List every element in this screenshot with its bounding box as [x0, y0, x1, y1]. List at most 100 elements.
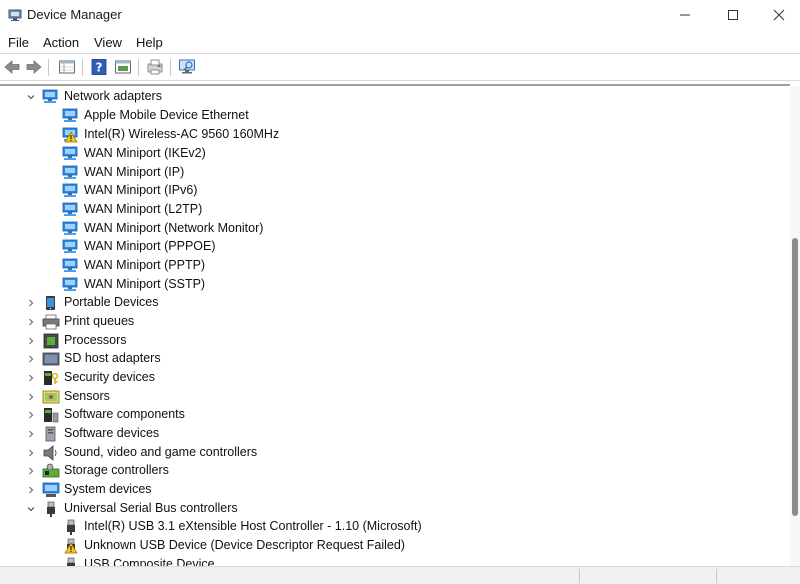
show-hidden-icon[interactable]	[114, 58, 132, 76]
window-title: Device Manager	[27, 7, 122, 22]
software-component-icon	[44, 407, 59, 422]
chevron-down-icon[interactable]	[26, 504, 36, 514]
toolbar: ?	[0, 54, 800, 80]
category-software-components[interactable]: Software components	[24, 405, 185, 424]
chevron-right-icon[interactable]	[26, 392, 36, 402]
chevron-right-icon[interactable]	[26, 373, 36, 383]
network-adapter-icon	[62, 277, 78, 291]
device-wan-network-monitor[interactable]: WAN Miniport (Network Monitor)	[62, 219, 263, 238]
update-driver-icon[interactable]	[146, 58, 164, 76]
title-bar: Device Manager	[0, 0, 800, 30]
minimize-icon	[680, 14, 690, 16]
forward-icon[interactable]	[25, 58, 43, 76]
category-processors[interactable]: Processors	[24, 331, 127, 350]
category-print-queues[interactable]: Print queues	[24, 312, 134, 331]
network-adapter-icon	[62, 146, 78, 160]
device-wan-sstp[interactable]: WAN Miniport (SSTP)	[62, 275, 205, 294]
category-portable-devices[interactable]: Portable Devices	[24, 293, 159, 312]
toolbar-separator	[82, 59, 83, 76]
category-software-devices[interactable]: Software devices	[24, 424, 159, 443]
portable-device-icon	[46, 295, 55, 310]
network-adapter-icon	[62, 239, 78, 253]
device-unknown-usb[interactable]: Unknown USB Device (Device Descriptor Re…	[62, 536, 405, 555]
usb-icon	[67, 557, 75, 566]
category-label: Network adapters	[64, 89, 162, 103]
category-storage-controllers[interactable]: Storage controllers	[24, 461, 169, 480]
software-device-icon	[45, 426, 56, 441]
device-label: Apple Mobile Device Ethernet	[84, 108, 249, 122]
chevron-right-icon[interactable]	[26, 298, 36, 308]
chevron-right-icon[interactable]	[26, 448, 36, 458]
device-label: WAN Miniport (PPTP)	[84, 258, 206, 272]
category-network-adapters[interactable]: Network adapters	[24, 87, 162, 106]
vertical-scrollbar-thumb[interactable]	[792, 238, 798, 516]
category-usb-controllers[interactable]: Universal Serial Bus controllers	[24, 499, 238, 518]
chevron-right-icon[interactable]	[26, 485, 36, 495]
menu-view[interactable]: View	[94, 35, 122, 50]
chevron-right-icon[interactable]	[26, 429, 36, 439]
category-label: Processors	[64, 333, 127, 347]
device-label: Unknown USB Device (Device Descriptor Re…	[84, 538, 405, 552]
category-label: Sensors	[64, 389, 110, 403]
category-sound-video-game[interactable]: Sound, video and game controllers	[24, 443, 257, 462]
device-manager-app-icon	[8, 9, 22, 21]
device-intel-usb-host-controller[interactable]: Intel(R) USB 3.1 eXtensible Host Control…	[62, 517, 422, 536]
maximize-icon	[728, 10, 738, 20]
category-sd-host-adapters[interactable]: SD host adapters	[24, 349, 161, 368]
chevron-right-icon[interactable]	[26, 466, 36, 476]
usb-warning-icon	[64, 538, 78, 553]
close-button[interactable]	[756, 0, 800, 30]
device-wan-l2tp[interactable]: WAN Miniport (L2TP)	[62, 200, 202, 219]
processor-icon	[43, 333, 59, 348]
category-security-devices[interactable]: Security devices	[24, 368, 155, 387]
network-adapter-icon	[62, 183, 78, 197]
category-sensors[interactable]: Sensors	[24, 387, 110, 406]
device-label: WAN Miniport (SSTP)	[84, 277, 206, 291]
device-wan-ipv6[interactable]: WAN Miniport (IPv6)	[62, 181, 197, 200]
help-icon[interactable]: ?	[90, 58, 108, 76]
device-wan-pptp[interactable]: WAN Miniport (PPTP)	[62, 256, 205, 275]
chevron-right-icon[interactable]	[26, 336, 36, 346]
device-wan-pppoe[interactable]: WAN Miniport (PPPOE)	[62, 237, 216, 256]
network-adapter-icon	[62, 221, 78, 235]
scan-hardware-icon[interactable]	[178, 58, 196, 76]
sd-adapter-icon	[42, 352, 60, 365]
device-intel-wireless[interactable]: Intel(R) Wireless-AC 9560 160MHz	[62, 125, 279, 144]
menu-bar: File Action View Help	[0, 31, 800, 53]
chevron-right-icon[interactable]	[26, 317, 36, 327]
back-icon[interactable]	[3, 58, 21, 76]
category-label: Security devices	[64, 370, 156, 384]
device-label: WAN Miniport (IPv6)	[84, 183, 198, 197]
status-separator	[716, 569, 717, 583]
toolbar-separator	[170, 59, 171, 76]
menu-help[interactable]: Help	[136, 35, 163, 50]
device-label: WAN Miniport (Network Monitor)	[84, 221, 264, 235]
menu-action[interactable]: Action	[43, 35, 79, 50]
device-wan-ikev2[interactable]: WAN Miniport (IKEv2)	[62, 144, 206, 163]
category-system-devices[interactable]: System devices	[24, 480, 152, 499]
device-usb-composite[interactable]: USB Composite Device	[62, 555, 215, 566]
toolbar-separator	[48, 59, 49, 76]
category-label: Storage controllers	[64, 463, 169, 477]
chevron-right-icon[interactable]	[26, 410, 36, 420]
usb-icon	[47, 501, 55, 517]
device-label: WAN Miniport (IKEv2)	[84, 146, 206, 160]
system-device-icon	[42, 482, 60, 497]
device-wan-ip[interactable]: WAN Miniport (IP)	[62, 163, 184, 182]
minimize-button[interactable]	[662, 0, 708, 30]
toolbar-separator	[138, 59, 139, 76]
chevron-down-icon[interactable]	[26, 92, 36, 102]
maximize-button[interactable]	[710, 0, 756, 30]
status-separator	[579, 569, 580, 583]
network-adapter-icon	[62, 258, 78, 272]
properties-grid-icon[interactable]	[58, 58, 76, 76]
svg-text:?: ?	[96, 61, 103, 75]
category-label: System devices	[64, 482, 152, 496]
device-apple-mobile-ethernet[interactable]: Apple Mobile Device Ethernet	[62, 106, 249, 125]
usb-icon	[67, 519, 75, 535]
chevron-right-icon[interactable]	[26, 354, 36, 364]
category-label: Sound, video and game controllers	[64, 445, 258, 459]
category-label: Universal Serial Bus controllers	[64, 501, 238, 515]
menu-file[interactable]: File	[8, 35, 29, 50]
category-label: SD host adapters	[64, 351, 161, 365]
